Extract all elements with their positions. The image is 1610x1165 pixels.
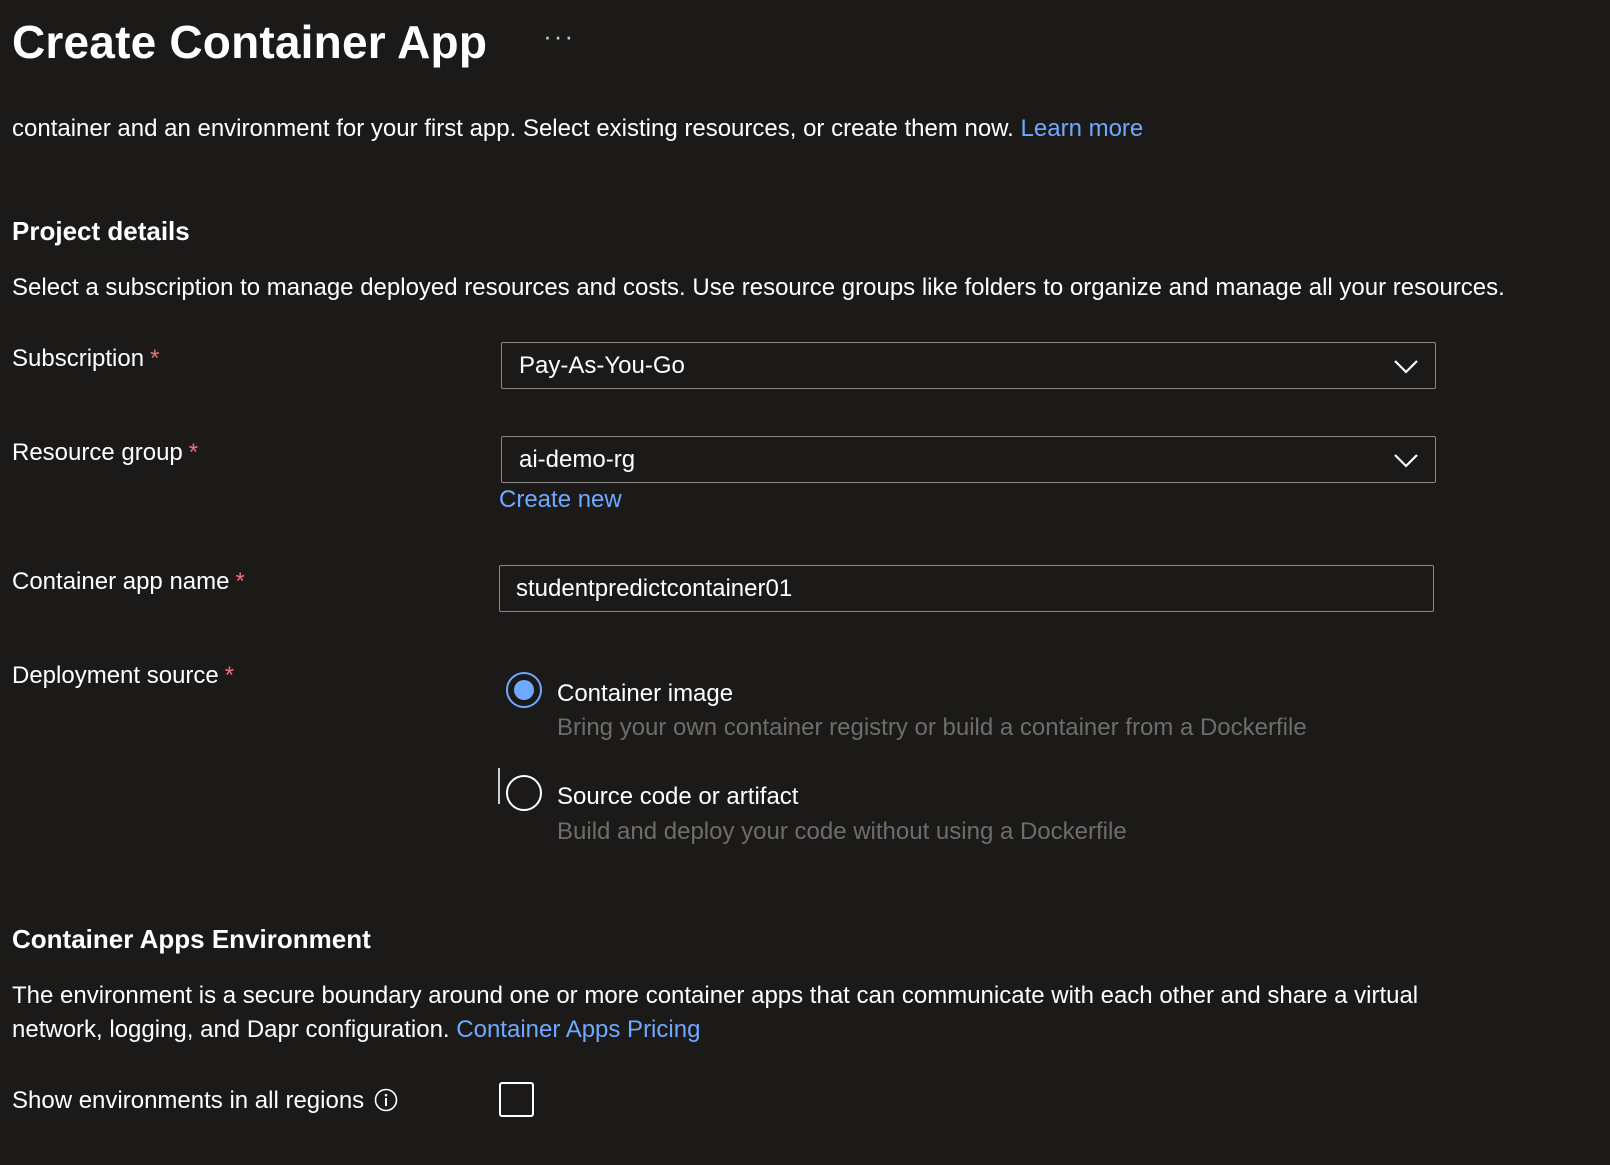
show-all-regions-label: Show environments in all regions bbox=[12, 1087, 398, 1115]
intro-text: container and an environment for your fi… bbox=[12, 115, 1143, 143]
required-asterisk: * bbox=[188, 439, 199, 466]
container-apps-pricing-link[interactable]: Container Apps Pricing bbox=[456, 1016, 700, 1043]
subscription-label: Subscription * bbox=[12, 345, 159, 373]
resource-group-label-text: Resource group bbox=[12, 439, 183, 466]
container-image-option-label[interactable]: Container image bbox=[557, 680, 733, 708]
project-details-heading: Project details bbox=[12, 216, 190, 246]
required-asterisk: * bbox=[224, 662, 235, 689]
project-details-description: Select a subscription to manage deployed… bbox=[12, 274, 1505, 301]
chevron-down-icon bbox=[1394, 360, 1418, 374]
source-code-option-description: Build and deploy your code without using… bbox=[557, 818, 1127, 845]
source-code-radio[interactable] bbox=[506, 775, 542, 811]
container-image-option-description: Bring your own container registry or bui… bbox=[557, 714, 1307, 741]
subscription-label-text: Subscription bbox=[12, 345, 145, 372]
environment-description-line1: The environment is a secure boundary aro… bbox=[12, 982, 1419, 1009]
show-all-regions-label-text: Show environments in all regions bbox=[12, 1087, 365, 1114]
chevron-down-icon bbox=[1394, 454, 1418, 468]
environment-heading: Container Apps Environment bbox=[12, 924, 371, 954]
resource-group-label: Resource group * bbox=[12, 439, 198, 467]
show-all-regions-checkbox[interactable] bbox=[499, 1082, 534, 1117]
info-icon[interactable] bbox=[374, 1088, 398, 1112]
deployment-source-label: Deployment source * bbox=[12, 662, 234, 690]
text-cursor bbox=[498, 768, 500, 804]
resource-group-dropdown[interactable]: ai-demo-rg bbox=[501, 436, 1436, 483]
intro-body: container and an environment for your fi… bbox=[12, 115, 1014, 142]
deployment-source-label-text: Deployment source bbox=[12, 662, 219, 689]
create-container-app-page: Create Container App ··· container and a… bbox=[0, 0, 1610, 1165]
title-row: Create Container App ··· bbox=[12, 10, 579, 74]
container-image-radio[interactable] bbox=[506, 672, 542, 708]
required-asterisk: * bbox=[235, 568, 245, 595]
container-app-name-label-text: Container app name bbox=[12, 568, 230, 595]
required-asterisk: * bbox=[150, 345, 160, 372]
more-actions-icon[interactable]: ··· bbox=[539, 21, 579, 52]
environment-description-text: network, logging, and Dapr configuration… bbox=[12, 1016, 450, 1043]
learn-more-link[interactable]: Learn more bbox=[1021, 115, 1144, 142]
resource-group-value: ai-demo-rg bbox=[519, 445, 636, 473]
page-title: Create Container App bbox=[12, 16, 488, 68]
create-new-resource-group-link[interactable]: Create new bbox=[499, 486, 622, 514]
subscription-value: Pay-As-You-Go bbox=[519, 351, 685, 379]
container-app-name-input[interactable] bbox=[499, 565, 1434, 612]
environment-description-line2: network, logging, and Dapr configuration… bbox=[12, 1012, 700, 1047]
subscription-dropdown[interactable]: Pay-As-You-Go bbox=[501, 342, 1436, 389]
container-app-name-label: Container app name * bbox=[12, 568, 245, 596]
source-code-option-label[interactable]: Source code or artifact bbox=[557, 783, 798, 811]
